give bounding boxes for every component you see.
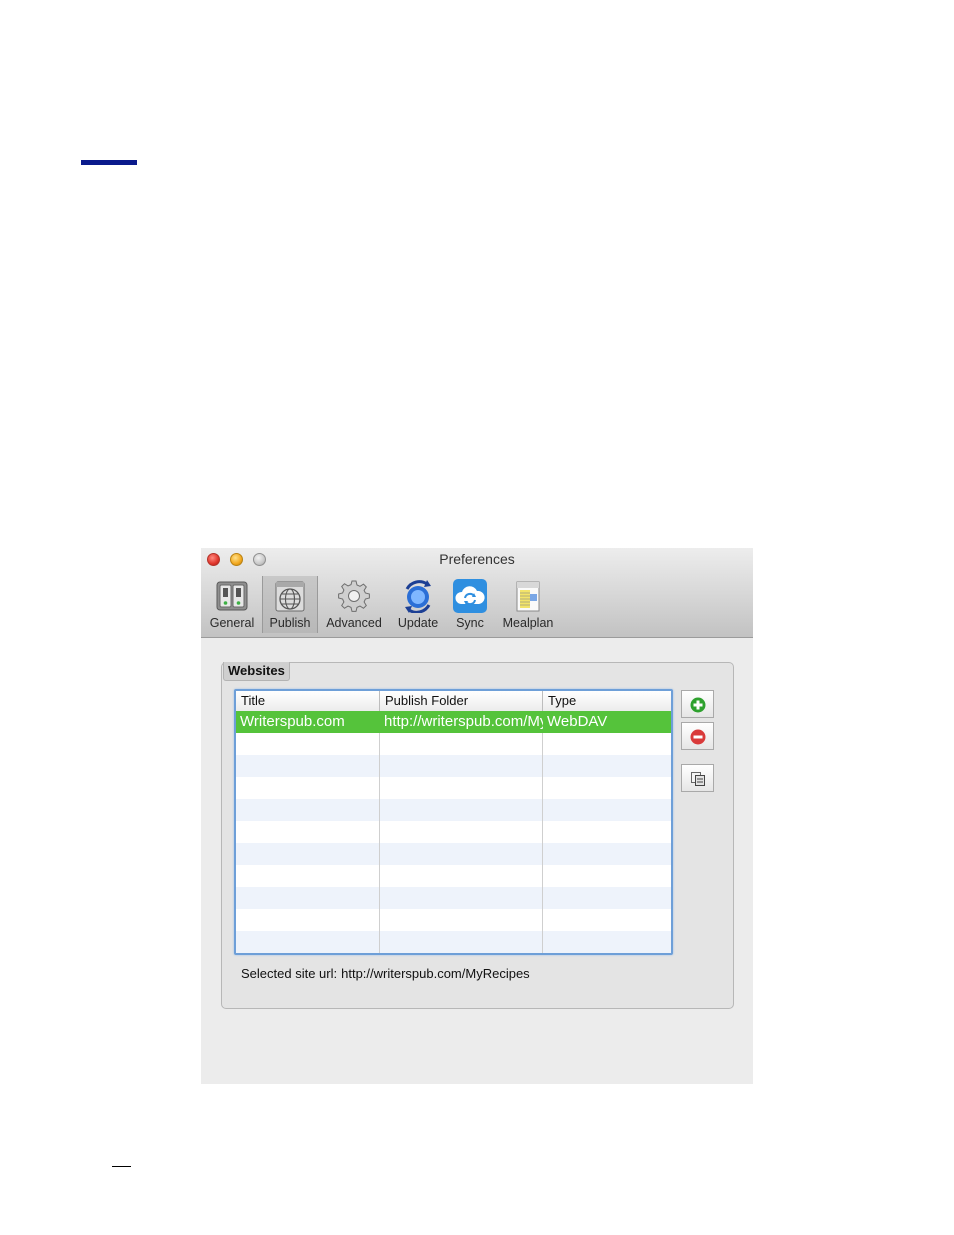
selected-url-label: Selected site url: (241, 966, 338, 981)
toolbar-advanced[interactable]: Advanced (321, 576, 387, 633)
toolbar-general[interactable]: General (205, 576, 259, 633)
toolbar-label: Update (397, 616, 439, 630)
calendar-icon (511, 579, 545, 613)
column-divider (542, 733, 543, 953)
footnote-rule (112, 1166, 131, 1167)
general-switches-icon (215, 579, 249, 613)
empty-row (236, 733, 671, 755)
add-icon (690, 697, 706, 713)
websites-group-label: Websites (223, 662, 290, 681)
window-titlebar: Preferences General Publish Advanced Upd… (201, 548, 753, 638)
toolbar-label: Publish (269, 616, 311, 630)
empty-row (236, 821, 671, 843)
empty-row (236, 931, 671, 953)
gear-icon (337, 579, 371, 613)
page-heading-rule (81, 160, 137, 165)
selected-site-url: Selected site url: http://writerspub.com/… (241, 966, 534, 981)
duplicate-website-button[interactable] (681, 764, 714, 792)
cell-title: Writerspub.com (240, 713, 345, 730)
toolbar-sync[interactable]: Sync (449, 576, 491, 633)
window-title: Preferences (439, 551, 515, 567)
empty-row (236, 799, 671, 821)
toolbar-label: Sync (456, 616, 484, 630)
update-globe-icon (401, 579, 435, 614)
table-header: Title Publish Folder Type (236, 691, 671, 712)
selected-url-value: http://writerspub.com/MyRecipes (341, 966, 530, 981)
preferences-window: Preferences General Publish Advanced Upd… (201, 548, 753, 1084)
publish-globe-icon (273, 579, 307, 613)
remove-icon (690, 729, 706, 745)
column-header-title[interactable]: Title (236, 691, 380, 711)
table-row[interactable]: Writerspub.com http://writerspub.com/MyR… (236, 711, 671, 733)
column-divider (379, 733, 380, 953)
toolbar-label: Advanced (326, 616, 382, 630)
toolbar-update[interactable]: Update (391, 576, 445, 633)
add-website-button[interactable] (681, 690, 714, 718)
empty-row (236, 755, 671, 777)
empty-row (236, 843, 671, 865)
websites-table[interactable]: Title Publish Folder Type Writerspub.com… (234, 689, 673, 955)
cell-type: WebDAV (547, 713, 608, 730)
empty-row (236, 865, 671, 887)
cell-publish-folder: http://writerspub.com/MyRecipes (384, 713, 543, 730)
toolbar-label: General (209, 616, 255, 630)
toolbar-publish[interactable]: Publish (262, 576, 318, 633)
empty-row (236, 777, 671, 799)
cloud-sync-icon (453, 579, 487, 613)
toolbar-mealplan[interactable]: Mealplan (495, 576, 561, 633)
column-header-type[interactable]: Type (543, 691, 671, 711)
remove-website-button[interactable] (681, 722, 714, 750)
empty-row (236, 909, 671, 931)
toolbar-label: Mealplan (502, 616, 554, 630)
empty-row (236, 887, 671, 909)
duplicate-icon (691, 772, 705, 786)
column-header-publish-folder[interactable]: Publish Folder (380, 691, 543, 711)
